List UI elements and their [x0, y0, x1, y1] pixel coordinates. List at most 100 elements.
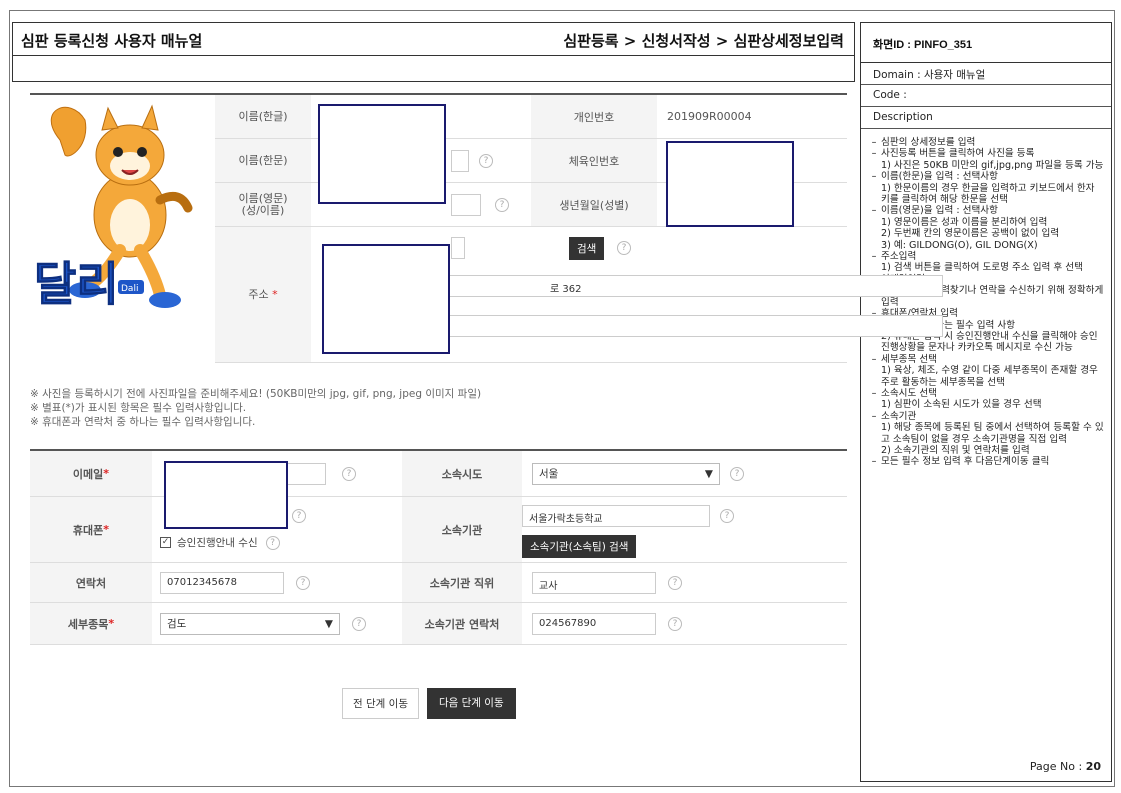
- org-phone-input[interactable]: 024567890: [532, 612, 656, 635]
- region-cell: 서울 ▼ ?: [522, 451, 847, 496]
- name-en-input[interactable]: [451, 193, 481, 216]
- region-label: 소속시도: [402, 451, 522, 496]
- mascot-image: 달리 Dali: [30, 100, 214, 370]
- event-label-cell: 세부종목 *: [30, 603, 152, 644]
- description-text: 소속시도 선택 1) 심판이 소속된 시도가 있을 경우 선택: [881, 388, 1105, 411]
- row-name-kr: 이름(한글) 개인번호 201909R00004: [215, 95, 847, 139]
- name-kr-label: 이름(한글): [215, 95, 311, 138]
- org-search-button[interactable]: 소속기관(소속팀) 검색: [522, 535, 637, 558]
- org-phone-label: 소속기관 연락처: [402, 603, 522, 644]
- personal-no-value: 201909R00004: [667, 110, 752, 123]
- region-select[interactable]: 서울 ▼: [532, 462, 720, 485]
- notice-list: ※ 사진을 등록하시기 전에 사진파일을 준비해주세요! (50KB미만의 jp…: [30, 387, 481, 429]
- address-line2-input[interactable]: [415, 315, 943, 337]
- row-phone: 연락처 07012345678 ? 소속기관 직위 교사 ?: [30, 563, 847, 603]
- zip-input[interactable]: [451, 237, 465, 259]
- mascot-squirrel-icon: 달리 Dali: [34, 104, 193, 312]
- approval-option[interactable]: ✓ 승인진행안내 수신 ?: [160, 535, 280, 550]
- email-label-cell: 이메일 *: [30, 451, 152, 496]
- position-label: 소속기관 직위: [402, 563, 522, 602]
- help-icon[interactable]: ?: [352, 616, 366, 631]
- org-cell: 서울가락초등학교 ? 소속기관(소속팀) 검색: [522, 497, 847, 562]
- description-sub: 1) 한문이름의 경우 한글을 입력하고 키보드에서 한자 키를 클릭하여 해당…: [881, 182, 1095, 206]
- region-value: 서울: [539, 468, 559, 480]
- description-item: – 세부종목 선택 1) 육상, 체조, 수영 같이 다중 세부종목이 존재할 경우…: [867, 354, 1105, 388]
- next-step-button[interactable]: 다음 단계 이동: [426, 688, 516, 719]
- description-sub: 1) 육상, 체조, 수영 같이 다중 세부종목이 존재할 경우 주로 활동하는…: [881, 365, 1098, 388]
- header-bar: 심판 등록신청 사용자 매뉴얼 심판등록 > 신청서작성 > 심판상세정보입력: [12, 22, 855, 56]
- dash-bullet: –: [871, 205, 877, 217]
- description-main: 이름(영문)을 입력 : 선택사항: [881, 205, 998, 217]
- help-icon[interactable]: ?: [495, 197, 509, 212]
- help-icon[interactable]: ?: [668, 575, 682, 590]
- description-sub: 1) 검색 버튼을 클릭하여 도로명 주소 입력 후 선택: [881, 262, 1083, 274]
- domain-row: Domain : 사용자 매뉴얼: [861, 63, 1111, 85]
- phone-label: 연락처: [30, 563, 152, 602]
- description-main: 소속시도 선택: [881, 387, 938, 399]
- description-label: Description: [861, 107, 1111, 129]
- position-cell: 교사 ?: [522, 563, 847, 602]
- help-icon[interactable]: ?: [342, 466, 356, 481]
- row-email: 이메일 * ? 소속시도 서울 ▼ ?: [30, 451, 847, 497]
- description-text: 세부종목 선택 1) 육상, 체조, 수영 같이 다중 세부종목이 존재할 경우 …: [881, 354, 1105, 388]
- prev-step-button[interactable]: 전 단계 이동: [342, 688, 419, 719]
- help-icon[interactable]: ?: [730, 466, 744, 481]
- manual-title: 심판 등록신청 사용자 매뉴얼: [21, 32, 203, 50]
- help-icon[interactable]: ?: [479, 153, 493, 168]
- address-line1-input[interactable]: 로 362: [415, 275, 943, 297]
- description-sub: 2) 소속기관의 직위 및 연락처를 입력: [881, 444, 1030, 456]
- help-icon[interactable]: ?: [668, 616, 682, 631]
- dash-bullet: –: [871, 353, 877, 365]
- email-label: 이메일: [72, 467, 104, 481]
- help-icon[interactable]: ?: [265, 535, 280, 550]
- description-text: 소속기관 1) 해당 종목에 등록된 팀 중에서 선택하여 등록할 수 있고 소속…: [881, 411, 1105, 457]
- required-mark: *: [103, 467, 110, 480]
- description-item: – 소속기관 1) 해당 종목에 등록된 팀 중에서 선택하여 등록할 수 있고 소…: [867, 411, 1105, 457]
- redaction-box: [318, 104, 446, 204]
- dash-bullet: –: [871, 137, 877, 148]
- help-icon[interactable]: ?: [720, 509, 734, 523]
- checkbox-checked-icon[interactable]: ✓: [160, 537, 171, 548]
- dash-bullet: –: [871, 251, 877, 263]
- description-main: 심판의 상세정보를 입력: [881, 137, 976, 148]
- address-label: 주소: [248, 287, 269, 301]
- event-select[interactable]: 검도 ▼: [160, 612, 340, 635]
- profile-form: 이름(한글) 개인번호 201909R00004 이름(한문) ? 체육인번호 …: [215, 95, 943, 363]
- redaction-box: [164, 461, 288, 529]
- personal-no-label: 개인번호: [531, 95, 657, 138]
- help-icon[interactable]: ?: [296, 575, 310, 590]
- help-icon[interactable]: ?: [292, 509, 306, 523]
- event-label: 세부종목: [67, 617, 109, 631]
- description-item: – 이름(한문)을 입력 : 선택사항 1) 한문이름의 경우 한글을 입력하고 키…: [867, 171, 1105, 205]
- description-main: 이름(한문)을 입력 : 선택사항: [881, 171, 998, 183]
- dash-bullet: –: [871, 410, 877, 422]
- email-input[interactable]: [286, 462, 326, 485]
- chevron-down-icon: ▼: [704, 467, 713, 480]
- description-panel: 화면ID : PINFO_351 Domain : 사용자 매뉴얼 Code :…: [860, 22, 1112, 782]
- notice-contact: ※ 휴대폰과 연락처 중 하나는 필수 입력사항입니다.: [30, 416, 256, 428]
- dash-bullet: –: [871, 387, 877, 399]
- description-text: 심판의 상세정보를 입력: [881, 137, 1105, 148]
- required-mark: *: [103, 523, 110, 536]
- step-navigation: 전 단계 이동 다음 단계 이동: [342, 688, 516, 719]
- description-text: 이름(한문)을 입력 : 선택사항 1) 한문이름의 경우 한글을 입력하고 키보…: [881, 171, 1105, 205]
- org-input[interactable]: 서울가락초등학교: [522, 505, 710, 527]
- description-item: – 이름(영문)을 입력 : 선택사항 1) 영문이름은 성과 이름을 분리하여 입…: [867, 205, 1105, 251]
- description-sub: 3) 예: GILDONG(O), GIL DONG(X): [881, 239, 1038, 251]
- help-icon[interactable]: ?: [617, 241, 631, 255]
- required-mark: *: [272, 287, 278, 301]
- redaction-box: [666, 141, 794, 227]
- name-cn-input[interactable]: [451, 149, 469, 172]
- mascot-logo: 달리: [34, 257, 119, 311]
- name-cn-label: 이름(한문): [215, 139, 311, 182]
- description-item: – 소속시도 선택 1) 심판이 소속된 시도가 있을 경우 선택: [867, 388, 1105, 411]
- event-cell: 검도 ▼ ?: [152, 603, 402, 644]
- address-label-cell: 주소 *: [215, 227, 311, 362]
- page-no: 20: [1085, 760, 1101, 773]
- breadcrumb: 심판등록 > 신청서작성 > 심판상세정보입력: [563, 32, 844, 50]
- address-search-button[interactable]: 검색: [569, 237, 605, 260]
- position-input[interactable]: 교사: [532, 571, 656, 594]
- phone-input[interactable]: 07012345678: [160, 571, 284, 594]
- description-main: 세부종목 선택: [881, 353, 938, 365]
- description-sub: 1) 사진은 50KB 미만의 gif,jpg,png 파일을 등록 가능: [881, 159, 1104, 171]
